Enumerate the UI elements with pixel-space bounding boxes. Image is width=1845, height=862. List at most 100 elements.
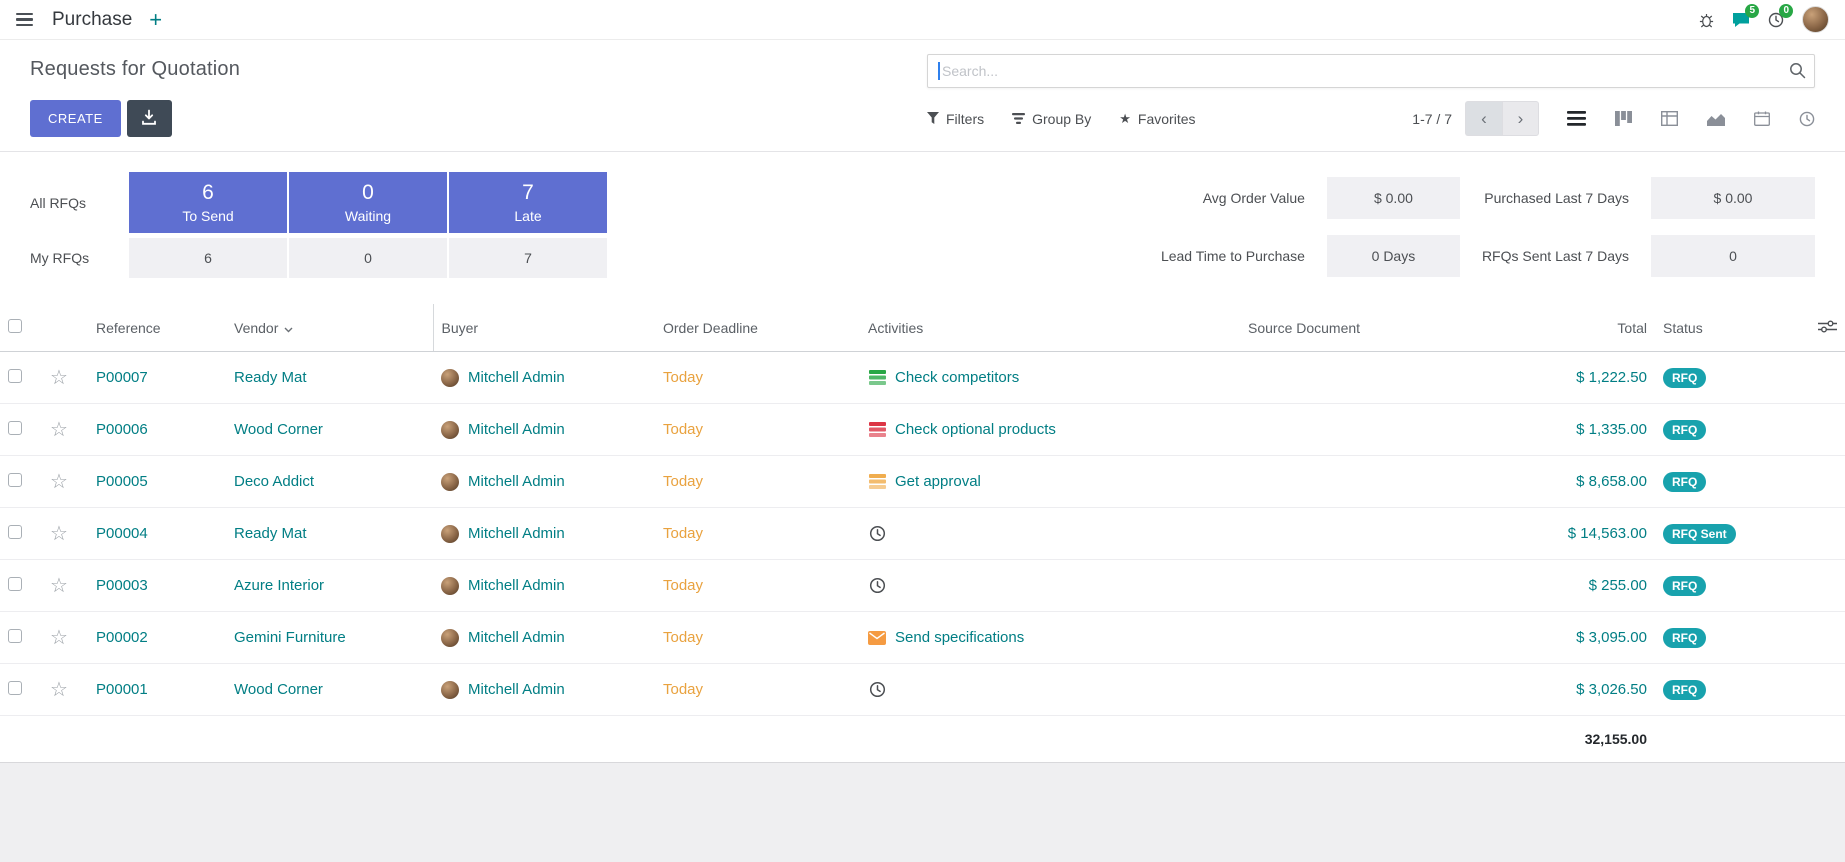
filters-button[interactable]: Filters bbox=[927, 111, 984, 127]
column-header-vendor[interactable]: Vendor bbox=[226, 304, 433, 352]
kpi-avg-order-value: $ 0.00 bbox=[1327, 177, 1460, 219]
favorite-star-icon[interactable]: ☆ bbox=[50, 367, 68, 389]
row-checkbox[interactable] bbox=[8, 369, 22, 383]
my-tile-waiting[interactable]: 0 bbox=[289, 238, 447, 278]
activity-icon[interactable] bbox=[868, 370, 886, 385]
plus-icon[interactable]: + bbox=[147, 9, 164, 31]
view-graph-icon[interactable] bbox=[1707, 111, 1725, 126]
buyer-link[interactable]: Mitchell Admin bbox=[468, 577, 565, 594]
debug-bug-icon[interactable] bbox=[1699, 12, 1714, 28]
row-checkbox[interactable] bbox=[8, 421, 22, 435]
reference-link[interactable]: P00002 bbox=[96, 629, 148, 646]
table-row[interactable]: ☆ P00001 Wood Corner Mitchell Admin Toda… bbox=[0, 664, 1845, 716]
column-header-status[interactable]: Status bbox=[1655, 304, 1803, 352]
table-row[interactable]: ☆ P00003 Azure Interior Mitchell Admin T… bbox=[0, 560, 1845, 612]
column-header-source[interactable]: Source Document bbox=[1240, 304, 1495, 352]
table-row[interactable]: ☆ P00002 Gemini Furniture Mitchell Admin… bbox=[0, 612, 1845, 664]
app-title[interactable]: Purchase bbox=[52, 9, 132, 31]
reference-link[interactable]: P00003 bbox=[96, 577, 148, 594]
row-checkbox[interactable] bbox=[8, 681, 22, 695]
buyer-link[interactable]: Mitchell Admin bbox=[468, 473, 565, 490]
row-checkbox[interactable] bbox=[8, 525, 22, 539]
buyer-avatar bbox=[441, 681, 459, 699]
favorite-star-icon[interactable]: ☆ bbox=[50, 627, 68, 649]
user-avatar[interactable] bbox=[1802, 6, 1829, 33]
row-checkbox[interactable] bbox=[8, 577, 22, 591]
table-row[interactable]: ☆ P00005 Deco Addict Mitchell Admin Toda… bbox=[0, 456, 1845, 508]
buyer-link[interactable]: Mitchell Admin bbox=[468, 629, 565, 646]
activity-label[interactable]: Check competitors bbox=[895, 369, 1019, 386]
pager-next-button[interactable]: › bbox=[1502, 101, 1539, 136]
search-icon[interactable] bbox=[1789, 62, 1806, 84]
view-pivot-icon[interactable] bbox=[1661, 111, 1678, 126]
vendor-link[interactable]: Azure Interior bbox=[234, 577, 324, 594]
search-input[interactable] bbox=[927, 54, 1815, 88]
reference-link[interactable]: P00005 bbox=[96, 473, 148, 490]
order-deadline: Today bbox=[663, 681, 703, 698]
activity-label[interactable]: Send specifications bbox=[895, 629, 1024, 646]
tile-to-send[interactable]: 6 To Send bbox=[129, 172, 287, 233]
column-header-total[interactable]: Total bbox=[1495, 304, 1655, 352]
table-row[interactable]: ☆ P00006 Wood Corner Mitchell Admin Toda… bbox=[0, 404, 1845, 456]
group-by-button[interactable]: Group By bbox=[1012, 111, 1091, 127]
favorite-star-icon[interactable]: ☆ bbox=[50, 679, 68, 701]
buyer-link[interactable]: Mitchell Admin bbox=[468, 681, 565, 698]
row-checkbox[interactable] bbox=[8, 473, 22, 487]
optional-columns-icon[interactable] bbox=[1818, 320, 1837, 336]
activity-label[interactable]: Check optional products bbox=[895, 421, 1056, 438]
reference-link[interactable]: P00001 bbox=[96, 681, 148, 698]
apps-menu-icon[interactable] bbox=[12, 9, 37, 30]
favorite-star-icon[interactable]: ☆ bbox=[50, 471, 68, 493]
select-all-checkbox[interactable] bbox=[8, 319, 22, 333]
vendor-link[interactable]: Ready Mat bbox=[234, 525, 307, 542]
messages-icon[interactable]: 5 bbox=[1732, 12, 1750, 28]
source-document bbox=[1240, 612, 1495, 664]
activity-label[interactable]: Get approval bbox=[895, 473, 981, 490]
activities-clock-icon[interactable]: 0 bbox=[1768, 12, 1784, 28]
tile-late[interactable]: 7 Late bbox=[449, 172, 607, 233]
list-view: Reference Vendor Buyer Order Deadline Ac… bbox=[0, 304, 1845, 763]
table-row[interactable]: ☆ P00004 Ready Mat Mitchell Admin Today … bbox=[0, 508, 1845, 560]
page-title: Requests for Quotation bbox=[30, 54, 240, 81]
table-row[interactable]: ☆ P00007 Ready Mat Mitchell Admin Today … bbox=[0, 352, 1845, 404]
favorite-star-icon[interactable]: ☆ bbox=[50, 575, 68, 597]
tile-waiting[interactable]: 0 Waiting bbox=[289, 172, 447, 233]
activity-icon[interactable] bbox=[868, 525, 886, 542]
column-header-activities[interactable]: Activities bbox=[860, 304, 1240, 352]
view-activity-icon[interactable] bbox=[1799, 111, 1815, 127]
favorite-star-icon[interactable]: ☆ bbox=[50, 523, 68, 545]
row-checkbox[interactable] bbox=[8, 629, 22, 643]
my-tile-to-send[interactable]: 6 bbox=[129, 238, 287, 278]
buyer-link[interactable]: Mitchell Admin bbox=[468, 525, 565, 542]
activity-icon[interactable] bbox=[868, 577, 886, 594]
view-kanban-icon[interactable] bbox=[1615, 111, 1632, 126]
activity-icon[interactable] bbox=[868, 631, 886, 645]
vendor-link[interactable]: Deco Addict bbox=[234, 473, 314, 490]
total-amount: $ 255.00 bbox=[1589, 577, 1647, 594]
buyer-link[interactable]: Mitchell Admin bbox=[468, 421, 565, 438]
view-calendar-icon[interactable] bbox=[1754, 111, 1770, 126]
export-button[interactable] bbox=[127, 100, 172, 137]
pager-previous-button[interactable]: ‹ bbox=[1465, 101, 1502, 136]
vendor-link[interactable]: Wood Corner bbox=[234, 681, 323, 698]
favorites-button[interactable]: ★ Favorites bbox=[1119, 111, 1195, 127]
activity-icon[interactable] bbox=[868, 422, 886, 437]
source-document bbox=[1240, 560, 1495, 612]
buyer-link[interactable]: Mitchell Admin bbox=[468, 369, 565, 386]
activity-icon[interactable] bbox=[868, 474, 886, 489]
vendor-link[interactable]: Ready Mat bbox=[234, 369, 307, 386]
favorite-star-icon[interactable]: ☆ bbox=[50, 419, 68, 441]
column-header-reference[interactable]: Reference bbox=[88, 304, 226, 352]
create-button[interactable]: CREATE bbox=[30, 100, 121, 137]
my-tile-late[interactable]: 7 bbox=[449, 238, 607, 278]
view-list-icon[interactable] bbox=[1567, 111, 1586, 126]
vendor-link[interactable]: Wood Corner bbox=[234, 421, 323, 438]
filters-label: Filters bbox=[946, 111, 984, 127]
reference-link[interactable]: P00007 bbox=[96, 369, 148, 386]
column-header-deadline[interactable]: Order Deadline bbox=[655, 304, 860, 352]
vendor-link[interactable]: Gemini Furniture bbox=[234, 629, 346, 646]
reference-link[interactable]: P00006 bbox=[96, 421, 148, 438]
reference-link[interactable]: P00004 bbox=[96, 525, 148, 542]
column-header-buyer[interactable]: Buyer bbox=[433, 304, 655, 352]
activity-icon[interactable] bbox=[868, 681, 886, 698]
